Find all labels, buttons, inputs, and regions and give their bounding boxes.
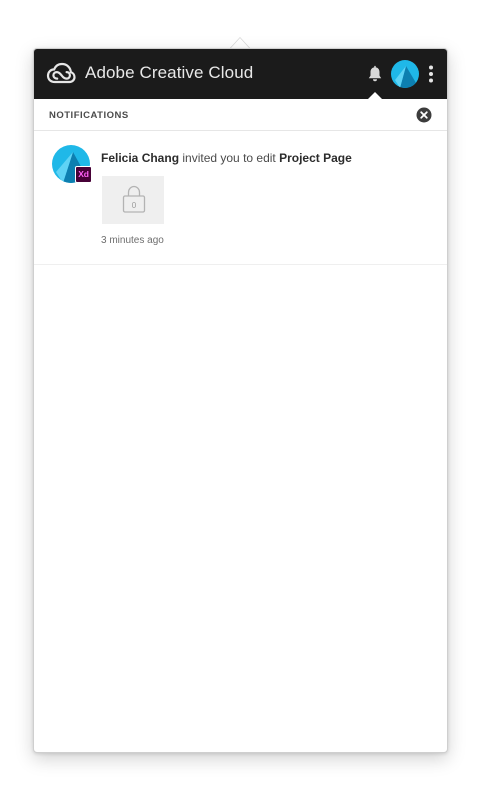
- notification-item[interactable]: Xd Felicia Chang invited you to edit Pro…: [34, 131, 447, 265]
- notifications-heading: NOTIFICATIONS: [49, 110, 129, 121]
- creative-cloud-panel: Adobe Creative Cloud NOTIFICATIONS Xd Fe…: [33, 48, 448, 753]
- notification-target[interactable]: Project Page: [279, 151, 352, 165]
- title-bar: Adobe Creative Cloud: [34, 49, 447, 99]
- notifications-header: NOTIFICATIONS: [34, 99, 447, 131]
- notification-action: invited you to edit: [179, 151, 280, 165]
- notification-message: Felicia Chang invited you to edit Projec…: [101, 151, 352, 165]
- screen: Adobe Creative Cloud NOTIFICATIONS Xd Fe…: [0, 0, 480, 789]
- active-tab-pointer: [368, 92, 382, 99]
- notification-actor[interactable]: Felicia Chang: [101, 151, 179, 165]
- thumbnail-count: 0: [131, 201, 137, 210]
- more-vertical-icon[interactable]: [425, 64, 437, 84]
- xd-app-badge: Xd: [75, 166, 92, 183]
- app-title: Adobe Creative Cloud: [85, 63, 254, 82]
- creative-cloud-logo-icon: [46, 62, 76, 84]
- bell-icon[interactable]: [366, 65, 384, 83]
- user-avatar[interactable]: [391, 60, 419, 88]
- close-circle-icon[interactable]: [416, 107, 432, 123]
- notification-timestamp: 3 minutes ago: [101, 235, 164, 246]
- project-thumbnail[interactable]: 0: [102, 176, 164, 224]
- avatar-graphic: [391, 60, 419, 88]
